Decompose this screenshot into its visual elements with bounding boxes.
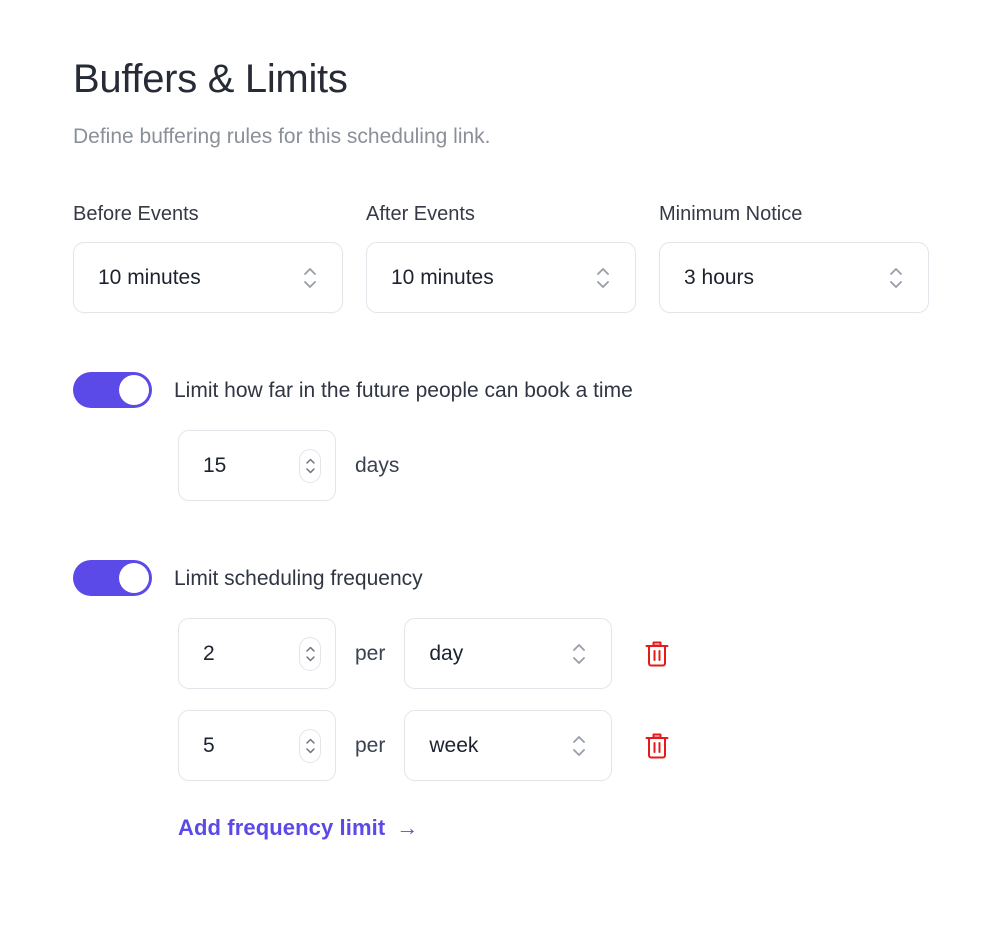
before-events-select[interactable]: 10 minutes [73, 242, 343, 314]
frequency-period-select-1[interactable]: day [404, 618, 613, 690]
buffers-limits-page: Buffers & Limits Define buffering rules … [0, 0, 1000, 950]
chevron-up-down-icon[interactable] [888, 263, 904, 293]
trash-icon [644, 731, 670, 761]
frequency-amount-input-2[interactable]: 5 [178, 710, 336, 782]
minimum-notice-value: 3 hours [684, 265, 755, 289]
frequency-limit-section: Limit scheduling frequency 2 per day 5 p… [73, 560, 1000, 841]
chevron-up-down-icon[interactable] [299, 636, 321, 671]
add-frequency-limit-link[interactable]: Add frequency limit → [178, 815, 418, 841]
frequency-amount-value-1: 2 [203, 641, 215, 665]
chevron-up-down-icon[interactable] [299, 728, 321, 763]
future-limit-label: Limit how far in the future people can b… [174, 378, 633, 402]
frequency-period-select-2[interactable]: week [404, 710, 613, 782]
add-frequency-limit-label: Add frequency limit [178, 815, 386, 841]
frequency-limit-label: Limit scheduling frequency [174, 566, 423, 590]
frequency-period-value-1: day [429, 641, 464, 665]
delete-frequency-limit-button-1[interactable] [640, 635, 674, 673]
buffer-fields-row: Before Events 10 minutes After Events 10… [73, 202, 1000, 314]
trash-icon [644, 639, 670, 669]
minimum-notice-select[interactable]: 3 hours [659, 242, 929, 314]
chevron-up-down-icon[interactable] [595, 263, 611, 293]
chevron-up-down-icon[interactable] [571, 731, 587, 761]
chevron-up-down-icon[interactable] [302, 263, 318, 293]
delete-frequency-limit-button-2[interactable] [640, 727, 674, 765]
frequency-per-label-1: per [355, 641, 386, 665]
frequency-limit-toggle-row: Limit scheduling frequency [73, 560, 1000, 597]
after-events-value: 10 minutes [391, 265, 494, 289]
before-events-value: 10 minutes [98, 265, 201, 289]
buffer-field-minimum-notice: Minimum Notice 3 hours [659, 202, 929, 314]
frequency-per-label-2: per [355, 733, 386, 757]
frequency-amount-input-1[interactable]: 2 [178, 618, 336, 690]
minimum-notice-label: Minimum Notice [659, 203, 803, 226]
frequency-limit-row: 5 per week [178, 710, 1000, 782]
future-limit-days-value: 15 [203, 453, 227, 477]
after-events-select[interactable]: 10 minutes [366, 242, 636, 314]
future-limit-toggle-row: Limit how far in the future people can b… [73, 372, 1000, 409]
buffer-field-after-events: After Events 10 minutes [366, 202, 636, 314]
arrow-right-icon: → [396, 815, 419, 841]
future-limit-unit-label: days [355, 453, 400, 477]
frequency-period-value-2: week [429, 733, 479, 757]
page-subtitle: Define buffering rules for this scheduli… [73, 125, 491, 149]
buffer-field-before-events: Before Events 10 minutes [73, 202, 343, 314]
toggle-knob [119, 375, 149, 406]
frequency-amount-value-2: 5 [203, 733, 215, 757]
future-limit-row: 15 days [178, 430, 1000, 502]
future-limit-days-input[interactable]: 15 [178, 430, 336, 502]
before-events-label: Before Events [73, 203, 199, 226]
after-events-label: After Events [366, 203, 475, 226]
future-limit-body: 15 days [73, 430, 1000, 502]
chevron-up-down-icon[interactable] [571, 639, 587, 669]
page-title: Buffers & Limits [73, 57, 348, 101]
chevron-up-down-icon[interactable] [299, 448, 321, 483]
future-limit-toggle[interactable] [73, 372, 152, 409]
toggle-knob [119, 563, 149, 594]
frequency-limit-body: 2 per day 5 per week [73, 618, 1000, 782]
future-limit-section: Limit how far in the future people can b… [73, 372, 1000, 502]
frequency-limit-toggle[interactable] [73, 560, 152, 597]
frequency-limit-row: 2 per day [178, 618, 1000, 690]
